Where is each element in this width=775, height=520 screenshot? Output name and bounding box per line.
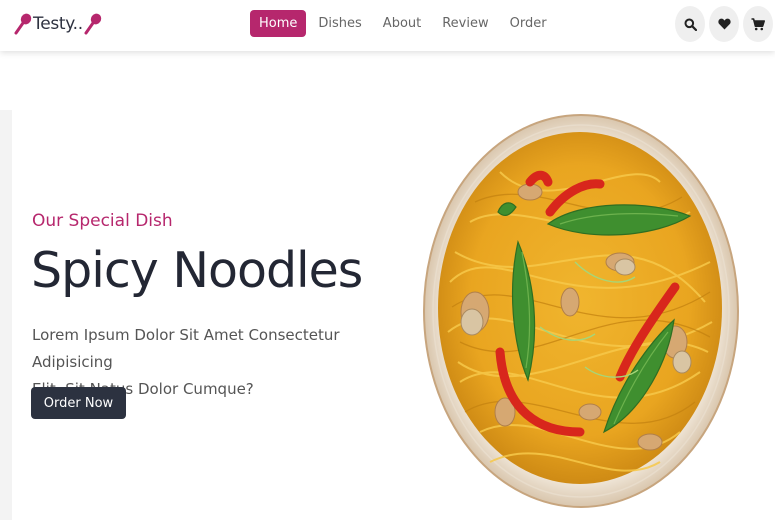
logo[interactable]: Testy.. [14,10,102,38]
slider-edge [0,110,12,520]
hero-description-line1: Lorem Ipsum Dolor Sit Amet Consectetur A… [32,326,340,371]
spoon-icon [84,13,101,35]
hero-title: Spicy Noodles [31,242,363,299]
noodle-dish-image [423,114,739,508]
heart-icon [717,18,731,30]
order-now-button[interactable]: Order Now [31,387,126,419]
brand-name: Testy.. [33,14,83,34]
hero-subtitle: Our Special Dish [32,211,173,231]
main-nav: Home Dishes About Review Order [250,10,559,37]
site-header: Testy.. Home Dishes About Review Order [0,0,775,51]
cart-button[interactable] [743,6,773,42]
search-button[interactable] [675,6,705,42]
nav-dishes[interactable]: Dishes [309,10,370,37]
wishlist-button[interactable] [709,6,739,42]
nav-home[interactable]: Home [250,10,307,37]
nav-review[interactable]: Review [433,10,497,37]
nav-order[interactable]: Order [501,10,556,37]
cart-icon [751,17,765,30]
nav-about[interactable]: About [374,10,430,37]
spoon-icon [14,13,32,35]
search-icon [684,18,697,31]
